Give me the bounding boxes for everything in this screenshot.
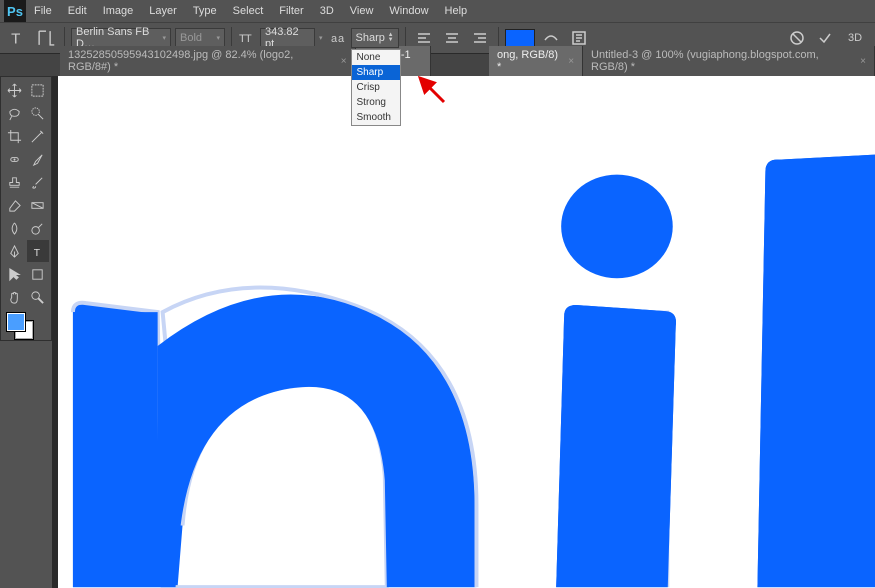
- gradient-tool-icon[interactable]: [27, 194, 49, 216]
- menu-help[interactable]: Help: [437, 2, 476, 20]
- type-tool-icon[interactable]: T: [27, 240, 49, 262]
- quick-select-tool-icon[interactable]: [27, 102, 49, 124]
- menu-window[interactable]: Window: [381, 2, 436, 20]
- document-tab-partial[interactable]: ong, RGB/8) * ×: [489, 46, 583, 76]
- stepper-arrows-icon: ▲▼: [388, 33, 394, 43]
- pen-tool-icon[interactable]: [3, 240, 25, 262]
- hand-tool-icon[interactable]: [3, 286, 25, 308]
- svg-text:T: T: [34, 248, 41, 259]
- tab-label-suffix: ong, RGB/8) *: [497, 49, 562, 73]
- crop-tool-icon[interactable]: [3, 125, 25, 147]
- font-family-select[interactable]: Berlin Sans FB D… ▾: [71, 28, 171, 48]
- menu-filter[interactable]: Filter: [271, 2, 311, 20]
- antialias-select[interactable]: Sharp ▲▼ None Sharp Crisp Strong Smooth: [351, 28, 399, 48]
- align-right-icon[interactable]: [468, 26, 492, 50]
- align-center-icon[interactable]: [440, 26, 464, 50]
- svg-text:a: a: [338, 33, 345, 45]
- close-icon[interactable]: ×: [860, 56, 866, 67]
- aa-option-none[interactable]: None: [352, 50, 400, 65]
- svg-text:T: T: [245, 33, 252, 45]
- chevron-down-icon[interactable]: ▾: [317, 32, 325, 44]
- document-tab[interactable]: Untitled-3 @ 100% (vugiaphong.blogspot.c…: [583, 46, 875, 76]
- close-icon[interactable]: ×: [341, 56, 347, 67]
- close-icon[interactable]: ×: [568, 56, 574, 67]
- eyedropper-tool-icon[interactable]: [27, 125, 49, 147]
- tools-panel: T: [0, 76, 52, 341]
- document-tab-bar: 13252850595943102498.jpg @ 82.4% (logo2,…: [0, 54, 875, 76]
- brush-tool-icon[interactable]: [27, 148, 49, 170]
- blur-tool-icon[interactable]: [3, 217, 25, 239]
- stamp-tool-icon[interactable]: [3, 171, 25, 193]
- document-tab[interactable]: 13252850595943102498.jpg @ 82.4% (logo2,…: [60, 46, 356, 76]
- svg-text:a: a: [331, 33, 338, 45]
- color-picker[interactable]: [3, 311, 49, 341]
- lasso-tool-icon[interactable]: [3, 102, 25, 124]
- path-select-tool-icon[interactable]: [3, 263, 25, 285]
- text-color-swatch[interactable]: [505, 29, 535, 47]
- foreground-color-swatch[interactable]: [7, 313, 25, 331]
- chevron-down-icon: ▾: [162, 34, 166, 42]
- marquee-tool-icon[interactable]: [27, 79, 49, 101]
- move-tool-icon[interactable]: [3, 79, 25, 101]
- aa-option-sharp[interactable]: Sharp: [352, 65, 400, 80]
- eraser-tool-icon[interactable]: [3, 194, 25, 216]
- menu-layer[interactable]: Layer: [141, 2, 185, 20]
- tab-label: Untitled-3 @ 100% (vugiaphong.blogspot.c…: [591, 49, 854, 73]
- menu-3d[interactable]: 3D: [312, 2, 342, 20]
- menu-type[interactable]: Type: [185, 2, 225, 20]
- antialias-dropdown: None Sharp Crisp Strong Smooth: [351, 49, 401, 126]
- zoom-tool-icon[interactable]: [27, 286, 49, 308]
- menu-bar: Ps File Edit Image Layer Type Select Fil…: [0, 0, 875, 22]
- history-brush-tool-icon[interactable]: [27, 171, 49, 193]
- aa-option-crisp[interactable]: Crisp: [352, 80, 400, 95]
- text-orientation-icon[interactable]: [34, 26, 58, 50]
- type-tool-preset-icon[interactable]: T: [6, 26, 30, 50]
- aa-option-smooth[interactable]: Smooth: [352, 110, 400, 125]
- menu-select[interactable]: Select: [225, 2, 272, 20]
- menu-file[interactable]: File: [26, 2, 60, 20]
- canvas-content: [58, 76, 875, 588]
- font-style-select[interactable]: Bold ▾: [175, 28, 225, 48]
- menu-view[interactable]: View: [342, 2, 382, 20]
- app-logo: Ps: [4, 0, 26, 22]
- chevron-down-icon: ▾: [216, 34, 220, 42]
- dodge-tool-icon[interactable]: [27, 217, 49, 239]
- font-size-input[interactable]: 343.82 pt: [260, 28, 315, 48]
- shape-tool-icon[interactable]: [27, 263, 49, 285]
- workspace: [52, 76, 875, 588]
- font-style-value: Bold: [180, 32, 202, 44]
- antialias-value: Sharp: [356, 32, 385, 44]
- healing-tool-icon[interactable]: [3, 148, 25, 170]
- menu-image[interactable]: Image: [95, 2, 142, 20]
- aa-option-strong[interactable]: Strong: [352, 95, 400, 110]
- tab-label: 13252850595943102498.jpg @ 82.4% (logo2,…: [68, 49, 335, 73]
- canvas[interactable]: [58, 76, 875, 588]
- svg-text:T: T: [11, 31, 20, 48]
- menu-edit[interactable]: Edit: [60, 2, 95, 20]
